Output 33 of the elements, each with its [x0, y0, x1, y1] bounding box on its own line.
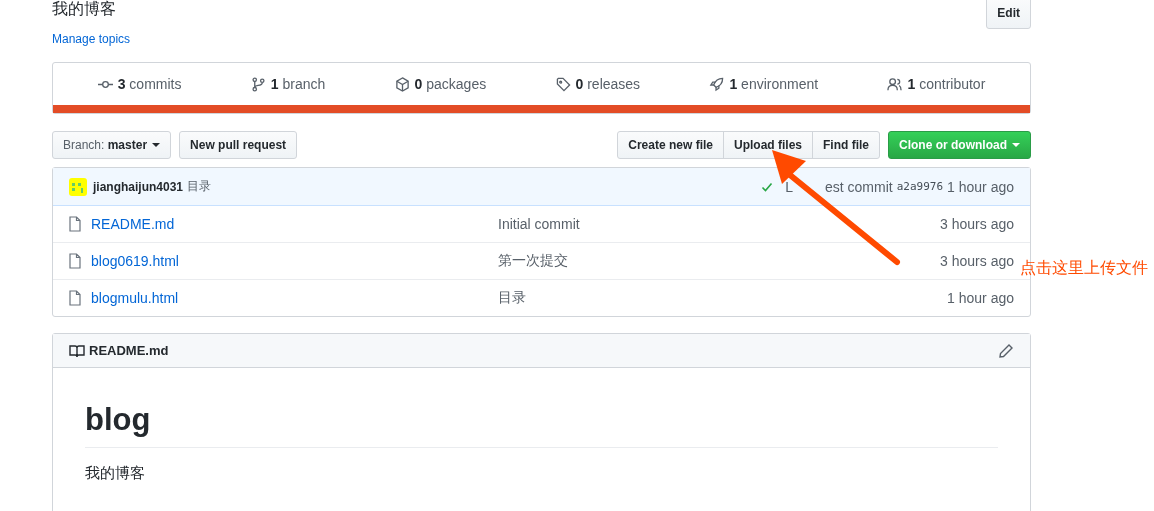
stat-link[interactable]: 0 packages — [394, 76, 487, 92]
file-time: 3 hours ago — [940, 216, 1014, 232]
commit-hash[interactable]: a2a9976 — [896, 180, 944, 193]
file-time: 3 hours ago — [940, 253, 1014, 269]
commit-time: 1 hour ago — [947, 178, 1014, 195]
file-action-button[interactable]: Find file — [812, 131, 880, 159]
edit-button[interactable]: Edit — [986, 0, 1031, 29]
readme-filename: README.md — [89, 343, 169, 358]
file-commit-message[interactable]: 目录 — [498, 289, 948, 307]
annotation-text: 点击这里上传文件 — [1020, 258, 1148, 278]
repo-description: 我的博客 — [52, 0, 117, 19]
commit-message: 目录 — [187, 178, 212, 195]
latest-commit-label: L — [785, 178, 793, 195]
stat-link[interactable]: 0 releases — [555, 76, 641, 92]
file-commit-message[interactable]: Initial commit — [498, 216, 941, 232]
readme-paragraph: 我的博客 — [85, 464, 146, 483]
stat-link[interactable]: 1 contributor — [887, 76, 986, 92]
file-action-button[interactable]: Create new file — [617, 131, 724, 159]
branch-dropdown[interactable]: Branch: master — [52, 131, 172, 159]
file-time: 1 hour ago — [947, 290, 1014, 306]
commit-author[interactable]: jianghaijun4031 — [93, 179, 184, 194]
stat-link[interactable]: 1 branch — [250, 76, 326, 92]
readme-heading: blog — [85, 402, 998, 448]
file-commit-message[interactable]: 第一次提交 — [498, 252, 941, 270]
manage-topics-link[interactable]: Manage topics — [52, 32, 987, 46]
latest-commit-label: est commit — [825, 178, 893, 195]
file-link[interactable]: README.md — [91, 216, 498, 232]
file-action-button[interactable]: Upload files — [723, 131, 813, 159]
stat-link[interactable]: 3 commits — [97, 76, 182, 92]
new-pull-request-button[interactable]: New pull request — [179, 131, 298, 159]
stat-link[interactable]: 1 environment — [709, 76, 819, 92]
file-link[interactable]: blog0619.html — [91, 253, 498, 269]
file-link[interactable]: blogmulu.html — [91, 290, 498, 306]
